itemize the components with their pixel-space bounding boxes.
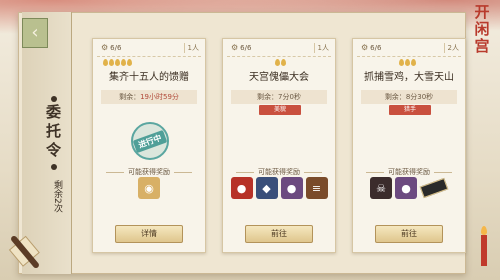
participant-count: ⚙ 6/6	[101, 43, 122, 52]
remaining-time: 剩余：19小时59分	[101, 90, 197, 104]
people-required: 1人	[313, 43, 329, 53]
candle-icon	[480, 226, 488, 266]
go-button[interactable]: 前往	[245, 225, 313, 243]
sidebar-title: 委托令	[44, 104, 62, 161]
task-title: 天宫傀儡大会	[249, 72, 309, 83]
task-card[interactable]: ⚙ 6/6 1人 天宫傀儡大会 剩余：7分0秒 美貌 可能获得奖励 ● ◆ ● ≡…	[222, 38, 336, 253]
scroll-bundle-icon[interactable]: ≡	[305, 177, 328, 199]
participant-count: ⚙ 6/6	[231, 43, 252, 52]
gear-icon: ⚙	[101, 43, 109, 52]
reward-list: ☠ ●	[353, 177, 465, 199]
task-card[interactable]: ⚙ 6/6 1人 集齐十五人的馈赠 剩余：19小时59分 进行中 可能获得奖励 ◉…	[92, 38, 206, 253]
details-button[interactable]: 详情	[115, 225, 183, 243]
task-card[interactable]: ⚙ 6/6 2人 抓捕雪鸡，大雪天山 剩余：8分30秒 猎手 可能获得奖励 ☠ ●…	[352, 38, 466, 253]
purple-bag-icon[interactable]: ●	[280, 177, 303, 199]
red-gourd-icon[interactable]: ●	[230, 177, 253, 199]
purple-bag-icon[interactable]: ●	[395, 177, 417, 199]
gear-icon: ⚙	[361, 43, 369, 52]
back-button[interactable]: ‹	[22, 18, 48, 48]
gear-icon: ⚙	[231, 43, 239, 52]
title-dot-bottom	[51, 164, 57, 170]
people-required: 2人	[443, 43, 459, 53]
task-title: 集齐十五人的馈赠	[109, 72, 189, 83]
difficulty-icons	[103, 59, 132, 66]
gold-ingot-icon[interactable]: ◉	[138, 177, 160, 199]
game-logo: 开 闲 宫	[474, 3, 490, 55]
talisman-icon[interactable]	[419, 177, 449, 199]
difficulty-icons	[399, 59, 416, 66]
task-title: 抓捕雪鸡，大雪天山	[364, 72, 454, 83]
reward-list: ◉	[93, 177, 205, 199]
go-button[interactable]: 前往	[375, 225, 443, 243]
attribute-tag: 美貌	[259, 105, 301, 115]
remaining-time: 剩余：8分30秒	[361, 90, 457, 104]
attribute-tag: 猎手	[389, 105, 431, 115]
skull-mask-icon[interactable]: ☠	[370, 177, 392, 199]
blue-stone-icon[interactable]: ◆	[255, 177, 278, 199]
remaining-time: 剩余：7分0秒	[231, 90, 327, 104]
reward-list: ● ◆ ● ≡	[223, 177, 335, 199]
title-dot-top	[51, 96, 57, 102]
in-progress-stamp: 进行中	[131, 122, 169, 160]
difficulty-icons	[275, 59, 286, 66]
reward-label: 可能获得奖励	[353, 167, 465, 177]
back-arrow-icon: ‹	[31, 22, 39, 43]
sidebar-remaining: 剩余2次	[52, 180, 62, 213]
reward-label: 可能获得奖励	[93, 167, 205, 177]
people-required: 1人	[183, 43, 199, 53]
participant-count: ⚙ 6/6	[361, 43, 382, 52]
reward-label: 可能获得奖励	[223, 167, 335, 177]
